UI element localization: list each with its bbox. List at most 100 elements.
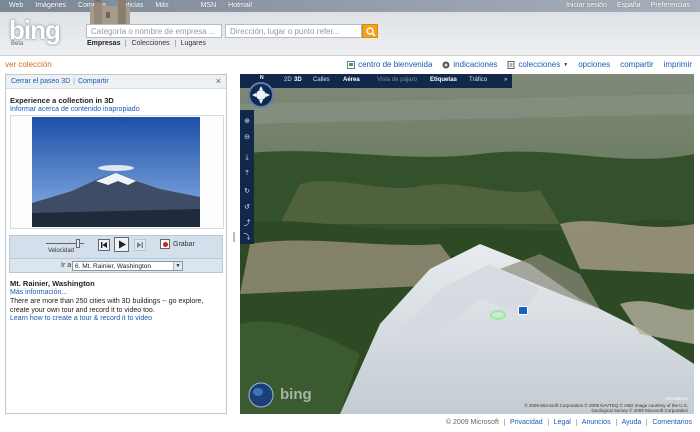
- tour-controls: Velocidad Grabar Ir a 6. Mt. Rainier, Wa…: [9, 235, 223, 273]
- footer: © 2009 Microsoft Privacidad Legal Anunci…: [441, 419, 692, 426]
- welcome-icon: [347, 60, 356, 69]
- share-tour-link[interactable]: Compartir: [78, 78, 109, 85]
- search-where-input[interactable]: Dirección, lugar o punto refer...: [225, 24, 362, 38]
- footer-ads-link[interactable]: Anuncios: [577, 419, 617, 426]
- print-button[interactable]: imprimir: [664, 60, 692, 69]
- sign-in-link[interactable]: Iniciar sesión: [566, 2, 607, 9]
- print-label: imprimir: [663, 60, 692, 69]
- more-info-link[interactable]: Más información...: [10, 289, 224, 296]
- map-3d-view[interactable]: 2D 3D Calles Aérea Vista de pájaro Etiqu…: [240, 74, 694, 414]
- tilt-up-icon[interactable]: ⤒: [243, 170, 251, 178]
- nav-web[interactable]: Web: [9, 2, 23, 9]
- share-label: compartir: [620, 60, 654, 69]
- footer-help-link[interactable]: Ayuda: [617, 419, 648, 426]
- compass-icon[interactable]: [248, 82, 274, 108]
- nav-imagenes[interactable]: Imágenes: [35, 2, 66, 9]
- nav-mas[interactable]: Más: [155, 2, 168, 9]
- collection-marker-icon[interactable]: [518, 306, 528, 315]
- footer-feedback-link[interactable]: Comentarios: [647, 419, 692, 426]
- close-icon[interactable]: ×: [216, 76, 221, 86]
- north-label: N: [260, 75, 264, 81]
- mode-2d-button[interactable]: 2D: [284, 77, 292, 83]
- share-button[interactable]: compartir: [620, 60, 653, 69]
- roads-button[interactable]: Calles: [313, 77, 330, 83]
- watermark-text: bing: [280, 386, 312, 403]
- toolbar-items: centro de bienvenida indicaciones colecc…: [347, 60, 692, 69]
- footer-copyright: © 2009 Microsoft: [441, 419, 505, 426]
- collection-panel: Cerrar el paseo 3D | Compartir × Experienc…: [5, 74, 227, 414]
- region-link[interactable]: España: [617, 2, 641, 9]
- aerial-button[interactable]: Aérea: [343, 77, 360, 83]
- record-label: Grabar: [173, 241, 195, 248]
- welcome-center-button[interactable]: centro de bienvenida: [347, 60, 432, 69]
- rewind-button[interactable]: [98, 239, 110, 251]
- map-side-tools: ⊕ ⊖ ⤓ ⤒ ↻ ↺ ⤴ ⤵: [240, 110, 254, 244]
- search-button[interactable]: [362, 24, 378, 38]
- search-what-input[interactable]: Categoría o nombre de empresa ...: [86, 24, 222, 38]
- scale-label: 200 Metros: [665, 396, 688, 401]
- subtab-colecciones[interactable]: Colecciones: [126, 40, 176, 47]
- castle-illustration-icon: [90, 0, 130, 24]
- dropdown-arrow-icon: ▼: [173, 262, 182, 270]
- chevron-down-icon: ▼: [563, 61, 569, 68]
- panel-header: Cerrar el paseo 3D | Compartir ×: [6, 75, 226, 89]
- location-title: Mt. Rainier, Washington: [10, 279, 95, 288]
- subtab-empresas[interactable]: Empresas: [87, 40, 127, 47]
- collections-label: colecciones: [518, 60, 561, 69]
- play-button[interactable]: [114, 237, 129, 252]
- preferences-link[interactable]: Preferencias: [651, 2, 690, 9]
- splitter-grip-icon: [233, 232, 235, 242]
- nav-msn[interactable]: MSN: [201, 2, 217, 9]
- learn-tour-link[interactable]: Learn how to create a tour & record it t…: [10, 315, 224, 322]
- globe-icon: [248, 382, 274, 408]
- options-label: opciones: [578, 60, 611, 69]
- map-toolbar: ver colección centro de bienvenida indic…: [0, 57, 700, 73]
- header: Web Imágenes Compras Noticias Más MSN Ho…: [0, 0, 700, 56]
- labels-button[interactable]: Etiquetas: [430, 77, 457, 83]
- close-3d-tour-link[interactable]: Cerrar el paseo 3D: [11, 78, 70, 85]
- birdseye-button[interactable]: Vista de pájaro: [377, 77, 417, 83]
- mt-rainier-photo: [32, 117, 200, 227]
- map-mode-bar: 2D 3D Calles Aérea Vista de pájaro Etiqu…: [240, 74, 512, 88]
- altitude-up-icon[interactable]: ⤴: [243, 220, 251, 228]
- pan-arrows-icon: [252, 86, 270, 104]
- search-subtabs: Empresas Colecciones Lugares: [87, 40, 211, 47]
- footer-privacy-link[interactable]: Privacidad: [505, 419, 549, 426]
- subtab-lugares[interactable]: Lugares: [176, 40, 211, 47]
- play-icon: [119, 240, 126, 249]
- terrain-3d: [240, 74, 694, 414]
- top-nav-right: Iniciar sesión España Preferencias: [566, 2, 690, 9]
- map-copyright: 200 Metros © 2009 Microsoft Corporation …: [518, 396, 688, 413]
- record-icon[interactable]: [160, 239, 170, 249]
- copyright-text: © 2009 Microsoft Corporation © 2009 NAVT…: [524, 403, 688, 413]
- more-button[interactable]: »: [504, 77, 507, 83]
- ver-coleccion-link[interactable]: ver colección: [5, 60, 52, 69]
- tilt-down-icon[interactable]: ⤓: [243, 154, 251, 162]
- collections-icon: [507, 60, 515, 69]
- car-icon: [442, 61, 450, 68]
- nav-hotmail[interactable]: Hotmail: [228, 2, 252, 9]
- nav-sep: [181, 2, 189, 9]
- forward-icon: [137, 242, 143, 248]
- directions-button[interactable]: indicaciones: [442, 60, 497, 69]
- directions-label: indicaciones: [453, 60, 498, 69]
- altitude-down-icon[interactable]: ⤵: [243, 234, 251, 242]
- forward-button[interactable]: [134, 239, 146, 251]
- goto-dropdown[interactable]: 6. Mt. Rainier, Washington ▼: [72, 261, 183, 271]
- report-content-link[interactable]: Informar acerca de contenido inapropiado: [10, 106, 226, 113]
- footer-legal-link[interactable]: Legal: [549, 419, 577, 426]
- zoom-out-icon[interactable]: ⊖: [243, 134, 251, 142]
- panel-splitter[interactable]: [230, 74, 238, 414]
- search-icon: [366, 27, 376, 37]
- zoom-in-icon[interactable]: ⊕: [243, 118, 251, 126]
- rotate-right-icon[interactable]: ↻: [243, 188, 251, 196]
- welcome-center-label: centro de bienvenida: [358, 60, 433, 69]
- options-button[interactable]: opciones: [578, 60, 610, 69]
- collections-button[interactable]: colecciones ▼: [507, 60, 568, 69]
- speed-slider-handle[interactable]: [76, 239, 80, 248]
- mode-3d-button[interactable]: 3D: [294, 77, 302, 83]
- location-description: Mt. Rainier, Washington Más información.…: [10, 279, 224, 322]
- traffic-button[interactable]: Tráfico: [469, 77, 487, 83]
- rotate-left-icon[interactable]: ↺: [243, 204, 251, 212]
- beta-label: Beta: [11, 41, 24, 47]
